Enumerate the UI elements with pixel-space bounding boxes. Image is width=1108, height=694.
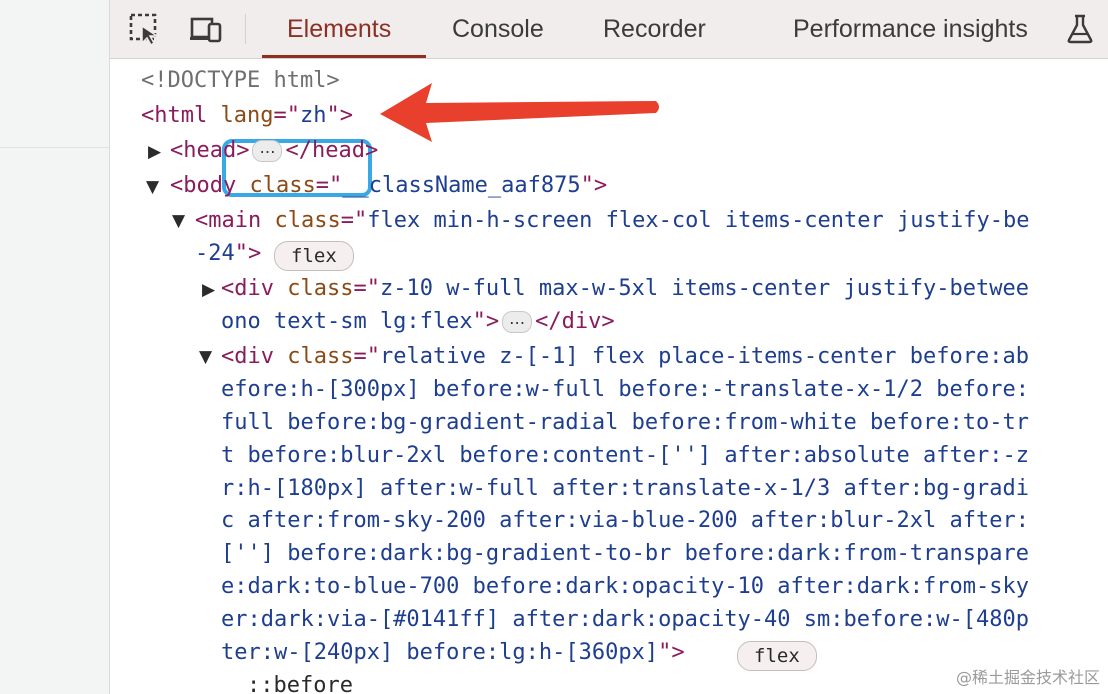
annotation-arrow-icon: [380, 83, 659, 142]
watermark: @稀土掘金技术社区: [955, 668, 1100, 687]
